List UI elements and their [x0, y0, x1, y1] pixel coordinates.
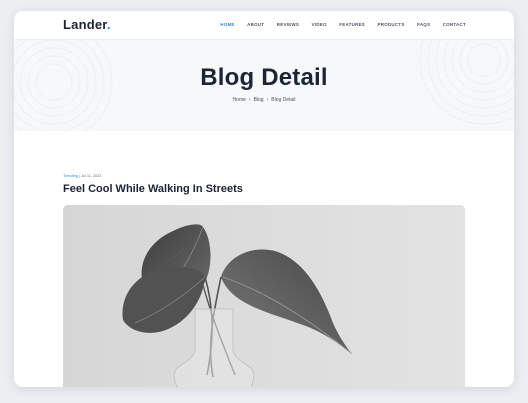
post-category[interactable]: Trending: [63, 174, 78, 178]
logo-text: Lander: [63, 17, 107, 32]
post-title: Feel Cool While Walking In Streets: [63, 183, 243, 195]
page-title: Blog Detail: [200, 64, 328, 91]
nav-products[interactable]: PRODUCTS: [378, 22, 405, 28]
post-meta: Trending | Jul 11, 2022: [63, 174, 101, 178]
nav-features[interactable]: FEATURES: [339, 22, 365, 28]
breadcrumb-separator: ›: [248, 97, 251, 103]
breadcrumb-home[interactable]: Home: [233, 97, 246, 103]
site-header: Lander. HOME ABOUT REVIEWS VIDEO FEATURE…: [14, 11, 514, 40]
breadcrumb-current: Blog Detail: [271, 97, 296, 103]
meta-divider: |: [78, 174, 80, 178]
nav-home[interactable]: HOME: [220, 22, 234, 28]
post-date: Jul 11, 2022: [80, 174, 102, 178]
breadcrumb-separator: ›: [266, 97, 269, 103]
nav-faqs[interactable]: FAQS: [417, 22, 430, 28]
logo[interactable]: Lander.: [63, 17, 111, 32]
post-featured-image: [63, 205, 465, 387]
plant-in-vase-photo: [63, 205, 465, 387]
main-nav: HOME ABOUT REVIEWS VIDEO FEATURES PRODUC…: [208, 22, 466, 28]
browser-window: Lander. HOME ABOUT REVIEWS VIDEO FEATURE…: [14, 11, 514, 387]
breadcrumb: Home › Blog › Blog Detail: [14, 97, 514, 103]
nav-reviews[interactable]: REVIEWS: [277, 22, 299, 28]
nav-video[interactable]: VIDEO: [312, 22, 327, 28]
nav-contact[interactable]: CONTACT: [443, 22, 466, 28]
breadcrumb-blog[interactable]: Blog: [254, 97, 264, 103]
page-hero: Blog Detail Home › Blog › Blog Detail: [14, 40, 514, 131]
nav-about[interactable]: ABOUT: [247, 22, 264, 28]
logo-dot: .: [106, 17, 111, 32]
